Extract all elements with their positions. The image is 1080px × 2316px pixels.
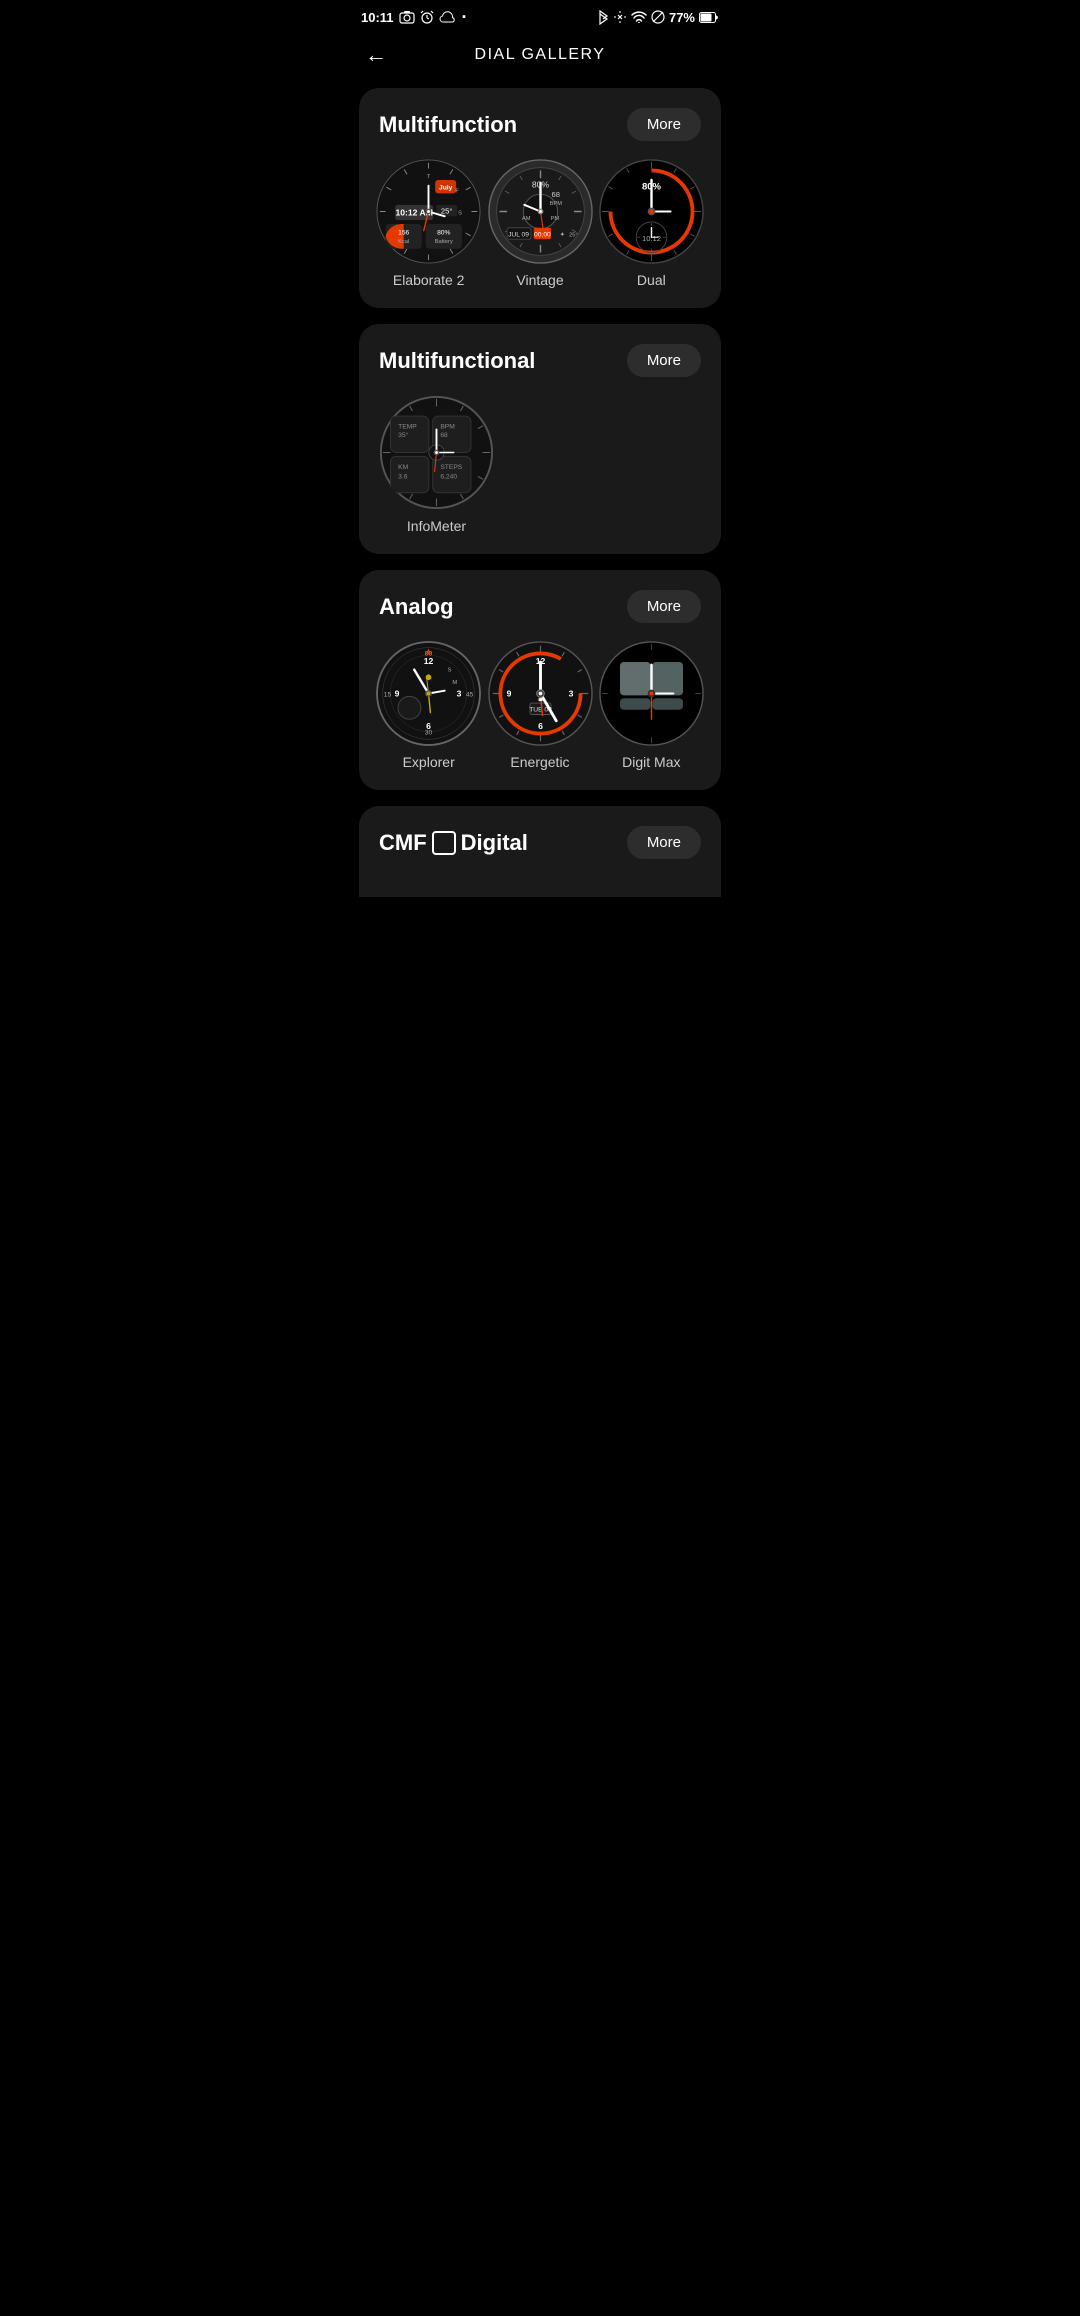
svg-text:6: 6: [538, 721, 543, 731]
svg-text:6: 6: [426, 721, 431, 731]
svg-text:35°: 35°: [398, 431, 408, 439]
section-header-multifunctional: Multifunctional More: [379, 344, 701, 377]
svg-text:80%: 80%: [437, 229, 450, 236]
dial-item-infometer[interactable]: TEMP 35° BPM 68 KM 3.6 STEPS 6,240: [379, 395, 494, 534]
dials-grid-multifunctional: TEMP 35° BPM 68 KM 3.6 STEPS 6,240: [379, 395, 701, 534]
dial-face-dual: 80% 10:12: [599, 159, 704, 264]
svg-text:3: 3: [457, 688, 462, 698]
svg-text:T: T: [427, 174, 431, 180]
battery-text: 77%: [669, 10, 695, 25]
section-title-analog: Analog: [379, 594, 454, 620]
section-cmfdigital: CMF Digital More: [359, 806, 721, 897]
status-right: 77%: [598, 10, 719, 25]
dial-face-explorer: 00 30 15 45 12 3 6 9 S: [376, 641, 481, 746]
dnd-icon: [651, 10, 665, 24]
alarm-icon: [420, 10, 434, 24]
dial-name-explorer: Explorer: [403, 754, 455, 770]
svg-text:BPM: BPM: [549, 201, 562, 207]
dial-face-energetic: 12 3 6 9 TUE 09: [488, 641, 593, 746]
dial-item-energetic[interactable]: 12 3 6 9 TUE 09: [490, 641, 589, 770]
back-button[interactable]: ←: [365, 42, 387, 68]
cmf-logo: CMF Digital: [379, 830, 528, 856]
cmf-square-icon: [432, 831, 456, 855]
photo-icon: [399, 10, 415, 24]
svg-text:25°: 25°: [569, 232, 578, 238]
dial-item-digitmax[interactable]: Digit Max: [602, 641, 701, 770]
svg-text:STEPS: STEPS: [440, 464, 462, 471]
section-title-multifunctional: Multifunctional: [379, 348, 535, 374]
svg-text:Battery: Battery: [435, 239, 453, 245]
svg-text:S: S: [448, 668, 452, 674]
section-header-analog: Analog More: [379, 590, 701, 623]
dot-indicator: ·: [462, 8, 468, 26]
dials-grid-analog: 00 30 15 45 12 3 6 9 S: [379, 641, 701, 770]
svg-text:Kcal: Kcal: [398, 239, 409, 245]
page-header: ← DIAL GALLERY: [345, 30, 735, 88]
svg-text:July: July: [439, 185, 453, 192]
dial-face-infometer: TEMP 35° BPM 68 KM 3.6 STEPS 6,240: [379, 395, 494, 510]
cloud-icon: [439, 11, 457, 23]
section-header-multifunction: Multifunction More: [379, 108, 701, 141]
more-button-multifunction[interactable]: More: [627, 108, 701, 141]
svg-text:M: M: [453, 680, 458, 686]
dial-face-vintage: 80% 68 BPM AM PM JUL 09 00:00: [488, 159, 593, 264]
dial-name-digitmax: Digit Max: [622, 754, 680, 770]
svg-text:12: 12: [424, 656, 434, 666]
dial-name-infometer: InfoMeter: [407, 518, 466, 534]
dial-face-elaborate2: July T F S M O N 10:12 AM 25°: [376, 159, 481, 264]
dial-item-vintage[interactable]: 80% 68 BPM AM PM JUL 09 00:00: [490, 159, 589, 288]
svg-text:JUL 09: JUL 09: [508, 231, 529, 238]
more-button-analog[interactable]: More: [627, 590, 701, 623]
svg-text:KM: KM: [398, 464, 408, 471]
svg-text:3: 3: [568, 688, 573, 698]
svg-text:AM: AM: [521, 216, 530, 222]
svg-text:9: 9: [395, 688, 400, 698]
svg-text:156: 156: [398, 229, 409, 236]
dial-item-dual[interactable]: 80% 10:12: [602, 159, 701, 288]
svg-text:9: 9: [506, 688, 511, 698]
section-analog: Analog More 00 30 15 45: [359, 570, 721, 790]
page-title: DIAL GALLERY: [475, 46, 606, 64]
svg-text:6,240: 6,240: [440, 473, 457, 480]
svg-text:68: 68: [551, 190, 559, 199]
dial-name-vintage: Vintage: [516, 272, 563, 288]
time-display: 10:11: [361, 10, 394, 25]
svg-text:✦: ✦: [559, 230, 565, 238]
mute-icon: [613, 10, 627, 24]
dial-face-digitmax: [599, 641, 704, 746]
status-bar: 10:11 ·: [345, 0, 735, 30]
wifi-icon: [631, 11, 647, 23]
section-header-cmfdigital: CMF Digital More: [379, 826, 701, 859]
more-button-multifunctional[interactable]: More: [627, 344, 701, 377]
section-multifunctional: Multifunctional More: [359, 324, 721, 554]
more-button-cmfdigital[interactable]: More: [627, 826, 701, 859]
svg-text:PM: PM: [550, 216, 559, 222]
svg-text:68: 68: [440, 432, 448, 439]
cmf-digital-text: Digital: [461, 830, 528, 856]
battery-icon: [699, 12, 719, 23]
bluetooth-icon: [598, 10, 609, 25]
svg-text:TEMP: TEMP: [398, 424, 417, 431]
status-left: 10:11 ·: [361, 8, 468, 26]
svg-text:F: F: [456, 188, 460, 194]
dial-item-elaborate2[interactable]: July T F S M O N 10:12 AM 25°: [379, 159, 478, 288]
dial-item-explorer[interactable]: 00 30 15 45 12 3 6 9 S: [379, 641, 478, 770]
svg-text:BPM: BPM: [440, 424, 455, 431]
section-title-cmfdigital: CMF: [379, 830, 427, 856]
section-multifunction: Multifunction More: [359, 88, 721, 308]
dial-name-dual: Dual: [637, 272, 666, 288]
section-title-multifunction: Multifunction: [379, 112, 517, 138]
dial-name-energetic: Energetic: [510, 754, 569, 770]
main-content: Multifunction More: [345, 88, 735, 897]
svg-text:00:00: 00:00: [534, 231, 551, 238]
svg-text:S: S: [458, 210, 462, 216]
svg-text:45: 45: [466, 691, 474, 698]
svg-text:3.6: 3.6: [398, 473, 408, 480]
dial-name-elaborate2: Elaborate 2: [393, 272, 465, 288]
dials-grid-multifunction: July T F S M O N 10:12 AM 25°: [379, 159, 701, 288]
svg-text:15: 15: [384, 691, 392, 698]
svg-text:25°: 25°: [441, 206, 453, 215]
